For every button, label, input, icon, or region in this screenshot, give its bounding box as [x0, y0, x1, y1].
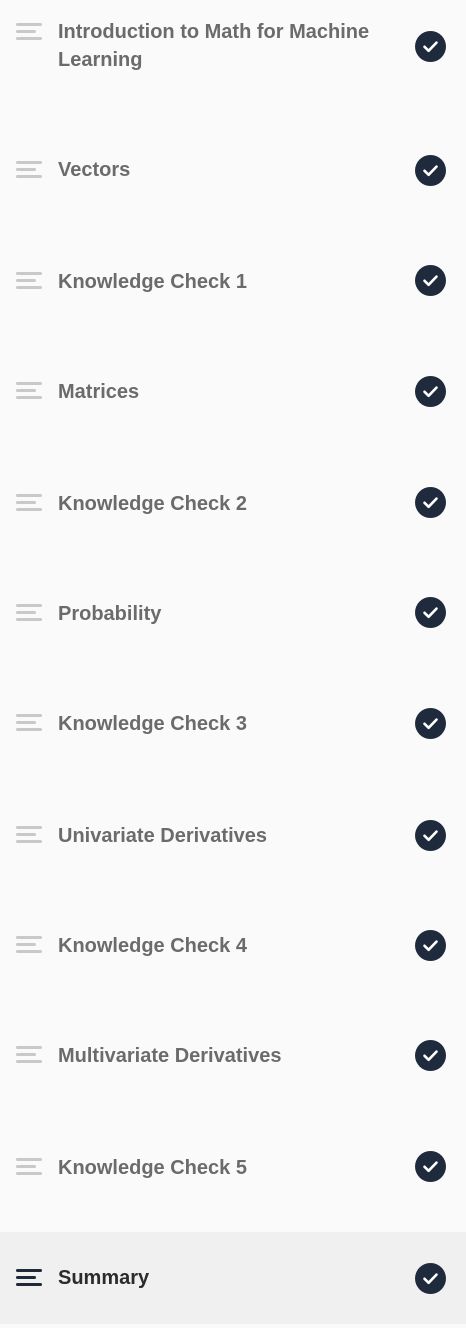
lesson-item-probability[interactable]: Probability	[0, 558, 466, 668]
lesson-title: Summary	[58, 1267, 150, 1289]
lesson-title: Introduction to Math for Machine Learnin…	[58, 21, 370, 71]
lines-icon	[16, 1046, 42, 1064]
lesson-item-knowledge-check-5[interactable]: Knowledge Check 5	[0, 1112, 466, 1232]
check-circle-icon	[415, 487, 446, 518]
lines-icon	[16, 382, 42, 400]
lesson-title: Knowledge Check 5	[58, 1157, 247, 1179]
lesson-item-knowledge-check-3[interactable]: Knowledge Check 3	[0, 668, 466, 780]
check-circle-icon	[415, 376, 446, 407]
lesson-list: Introduction to Math for Machine Learnin…	[0, 0, 466, 1328]
check-circle-icon	[415, 1040, 446, 1071]
check-circle-icon	[415, 708, 446, 739]
lines-icon	[16, 1269, 42, 1287]
check-circle-icon	[415, 820, 446, 851]
lines-icon	[16, 604, 42, 622]
lesson-title: Knowledge Check 1	[58, 271, 247, 293]
lines-icon	[16, 936, 42, 954]
lesson-title: Knowledge Check 4	[58, 935, 247, 957]
check-circle-icon	[415, 1151, 446, 1182]
lesson-item-vectors[interactable]: Vectors	[0, 116, 466, 226]
check-circle-icon	[415, 930, 446, 961]
lesson-item-knowledge-check-1[interactable]: Knowledge Check 1	[0, 226, 466, 336]
lesson-title: Univariate Derivatives	[58, 825, 268, 847]
lesson-title: Multivariate Derivatives	[58, 1045, 282, 1067]
lines-icon	[16, 161, 42, 179]
check-circle-icon	[415, 265, 446, 296]
lesson-item-multivariate-derivatives[interactable]: Multivariate Derivatives	[0, 1000, 466, 1112]
lesson-item-knowledge-check-2[interactable]: Knowledge Check 2	[0, 446, 466, 558]
lines-icon	[16, 272, 42, 290]
lesson-item-univariate-derivatives[interactable]: Univariate Derivatives	[0, 780, 466, 890]
lesson-title: Probability	[58, 603, 162, 625]
lesson-item-knowledge-check-4[interactable]: Knowledge Check 4	[0, 890, 466, 1000]
lesson-title: Knowledge Check 3	[58, 713, 247, 735]
check-circle-icon	[415, 31, 446, 62]
lines-icon	[16, 1158, 42, 1176]
lesson-item-matrices[interactable]: Matrices	[0, 336, 466, 446]
lesson-title: Matrices	[58, 381, 140, 403]
check-circle-icon	[415, 155, 446, 186]
lesson-item-intro[interactable]: Introduction to Math for Machine Learnin…	[0, 0, 466, 110]
lesson-item-summary[interactable]: Summary	[0, 1232, 466, 1324]
lines-icon	[16, 23, 42, 41]
lesson-title: Vectors	[58, 159, 131, 181]
lines-icon	[16, 494, 42, 512]
lesson-title: Knowledge Check 2	[58, 493, 247, 515]
check-circle-icon	[415, 597, 446, 628]
lines-icon	[16, 826, 42, 844]
lines-icon	[16, 714, 42, 732]
check-circle-icon	[415, 1263, 446, 1294]
